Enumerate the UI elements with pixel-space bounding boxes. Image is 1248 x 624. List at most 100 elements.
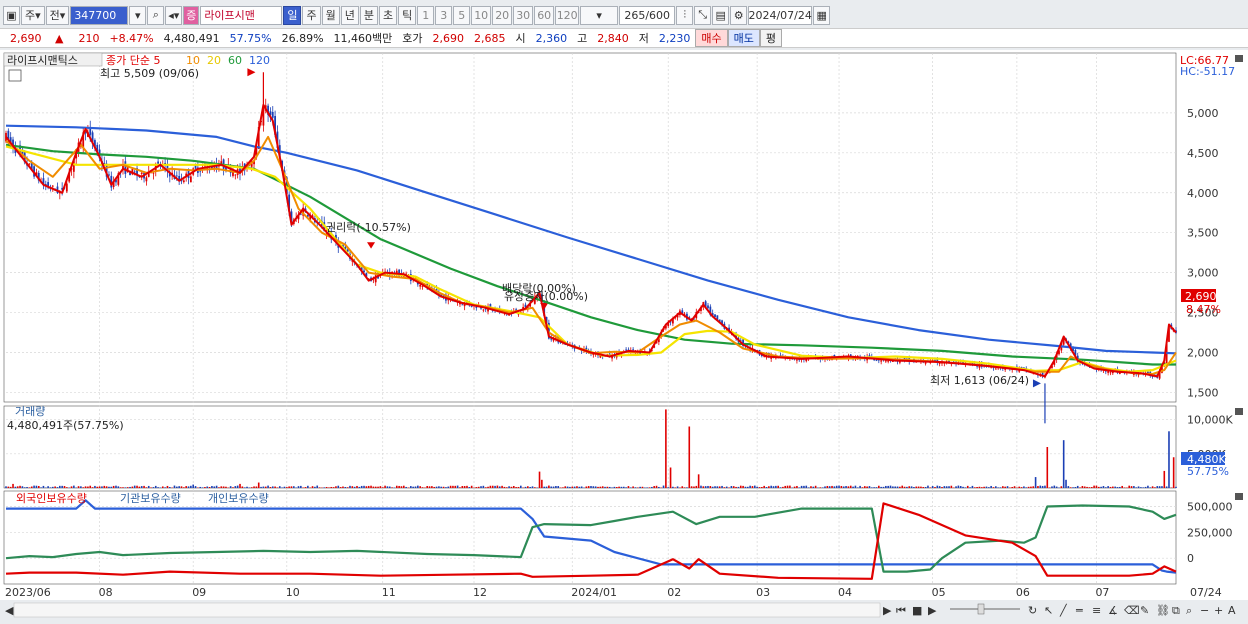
code-dropdown-icon[interactable]: ▾: [129, 6, 146, 25]
hc-label: HC:-51.17: [1180, 65, 1235, 78]
eval-button[interactable]: 평: [760, 29, 782, 47]
scroll-left-icon[interactable]: ◀: [5, 604, 14, 617]
volume-bar: [684, 487, 686, 488]
minute-option[interactable]: 10: [471, 6, 491, 25]
volume-bar: [300, 486, 302, 488]
play-icon[interactable]: ▶: [928, 604, 937, 617]
period-type-select[interactable]: 주▾: [21, 6, 45, 25]
volume-bar: [1159, 486, 1161, 488]
horizontal-scrollbar[interactable]: [14, 603, 880, 617]
volume-bar: [443, 487, 445, 488]
legend-ma120[interactable]: 120: [249, 54, 270, 67]
minute-option[interactable]: 30: [513, 6, 533, 25]
hline-icon[interactable]: ═: [1075, 604, 1083, 617]
volume-bar: [1133, 486, 1135, 488]
volume-bar: [581, 486, 583, 488]
table-icon[interactable]: [9, 70, 21, 81]
zoom-icon[interactable]: ⌕: [1186, 604, 1192, 617]
minute-option[interactable]: 20: [492, 6, 512, 25]
legend-institution[interactable]: 기관보유수량: [120, 492, 181, 505]
scroll-right-icon[interactable]: ▶: [883, 604, 892, 617]
count-field[interactable]: 265/600: [619, 6, 675, 25]
minus-icon[interactable]: −: [1200, 604, 1209, 617]
drawing-tool-icon[interactable]: ⤡: [694, 6, 711, 25]
speaker-icon[interactable]: ◂▾: [165, 6, 182, 25]
buy-button[interactable]: 매수: [695, 29, 727, 47]
volume-bar: [59, 486, 61, 488]
minute-option[interactable]: 3: [435, 6, 452, 25]
plus-icon[interactable]: +: [1214, 604, 1223, 617]
volume-bar: [670, 468, 672, 489]
calendar-icon[interactable]: ▦: [813, 6, 830, 25]
low-price: 2,230: [654, 32, 696, 45]
eraser-icon[interactable]: ⌫: [1124, 604, 1140, 617]
stock-name-field[interactable]: 라이프시맨: [200, 6, 282, 25]
volume-bar: [672, 487, 674, 488]
volume-bar: [656, 486, 658, 488]
candle-body: [714, 314, 716, 317]
tab-interval-week[interactable]: 주: [302, 6, 320, 25]
zoom-slider-handle[interactable]: [978, 604, 984, 614]
tab-interval-second[interactable]: 초: [379, 6, 397, 25]
tab-interval-minute[interactable]: 분: [360, 6, 378, 25]
date-field[interactable]: 2024/07/24: [748, 6, 812, 25]
save-icon[interactable]: ▤: [712, 6, 729, 25]
candle-body: [876, 360, 878, 361]
volume-bar: [487, 487, 489, 488]
volume-bar: [408, 487, 410, 488]
legend-ma20[interactable]: 20: [207, 54, 221, 67]
pointer-icon[interactable]: ↖: [1044, 604, 1053, 617]
legend-ma60[interactable]: 60: [228, 54, 242, 67]
minute-option[interactable]: 60: [534, 6, 554, 25]
sell-button[interactable]: 매도: [728, 29, 760, 47]
candle-settings-icon[interactable]: ⫶: [676, 6, 693, 25]
copy-icon[interactable]: ⧉: [1172, 604, 1180, 617]
code-input[interactable]: 347700: [70, 6, 128, 25]
gear-icon[interactable]: ⚙: [730, 6, 747, 25]
volume-bar: [80, 486, 82, 488]
volume-bar: [887, 486, 889, 488]
tab-interval-month[interactable]: 월: [322, 6, 340, 25]
legend-foreign[interactable]: 외국인보유수량: [16, 492, 87, 505]
minute-option[interactable]: 1: [417, 6, 434, 25]
volume-bar: [209, 487, 211, 488]
minute-option[interactable]: 120: [555, 6, 579, 25]
volume-bar: [775, 486, 777, 488]
fibo-icon[interactable]: ≡: [1092, 604, 1101, 617]
text-tool-icon[interactable]: ∡: [1108, 604, 1118, 617]
volume-bar: [1049, 487, 1051, 488]
chart-svg[interactable]: 2023/0608091011122024/0102030405060707/2…: [0, 50, 1248, 621]
volume-bar: [623, 487, 625, 488]
edit-icon[interactable]: ✎: [1140, 604, 1149, 617]
volume-bar: [1018, 487, 1020, 488]
window-icon[interactable]: ▣: [3, 6, 20, 25]
stop-icon[interactable]: ■: [912, 604, 922, 617]
panel-close-icon[interactable]: [1235, 493, 1243, 500]
link-icon[interactable]: ⛓: [1156, 604, 1170, 617]
rewind-icon[interactable]: ⏮: [896, 604, 906, 617]
candle-body: [146, 177, 148, 181]
tab-interval-day[interactable]: 일: [283, 6, 301, 25]
candle-body: [1107, 371, 1109, 372]
refresh-icon[interactable]: ↻: [1028, 604, 1037, 617]
volume-bar: [251, 487, 253, 488]
volume-bar: [979, 487, 981, 488]
legend-individual[interactable]: 개인보유수량: [208, 492, 269, 505]
legend-ma5[interactable]: 종가 단순 5: [106, 54, 160, 67]
panel-close-icon[interactable]: [1235, 55, 1243, 62]
search-icon[interactable]: ⌕: [147, 6, 164, 25]
minute-option[interactable]: 5: [453, 6, 470, 25]
panel-close-icon[interactable]: [1235, 408, 1243, 415]
candle-body: [272, 112, 274, 118]
chart-area[interactable]: 2023/0608091011122024/0102030405060707/2…: [0, 50, 1248, 621]
tab-interval-tick[interactable]: 틱: [398, 6, 416, 25]
volume-bar: [1089, 487, 1091, 488]
volume-bar: [838, 486, 840, 488]
text-size-icon[interactable]: A: [1228, 604, 1236, 617]
legend-ma10[interactable]: 10: [186, 54, 200, 67]
custom-interval-select[interactable]: ▾: [580, 6, 618, 25]
tab-interval-year[interactable]: 년: [341, 6, 359, 25]
volume-bar: [595, 486, 597, 488]
volume-bar: [934, 487, 936, 488]
market-select[interactable]: 전▾: [46, 6, 70, 25]
